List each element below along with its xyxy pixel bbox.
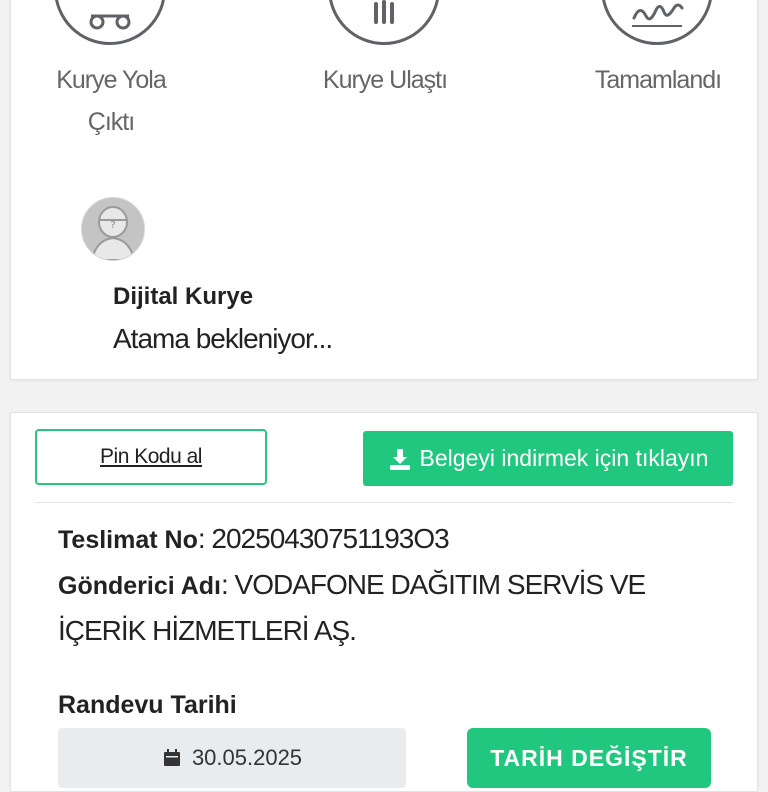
sender-value: : VODAFONE DAĞITIM SERVİS VE [220,569,646,600]
delivery-details-card: Pin Kodu al Belgeyi indirmek için tıklay… [10,412,758,792]
calendar-icon [162,748,182,768]
courier-avatar: ? [81,197,145,261]
download-document-button[interactable]: Belgeyi indirmek için tıklayın [363,431,733,486]
download-icon [388,447,412,471]
delivery-number-line: Teslimat No: 20250430751193O3 [58,523,450,555]
scooter-icon [54,0,166,45]
svg-text:?: ? [110,220,115,231]
change-date-button[interactable]: TARİH DEĞİŞTİR [467,728,711,788]
appointment-date-label: Randevu Tarihi [58,691,237,719]
appointment-date-value: 30.05.2025 [191,745,303,770]
courier-status: Atama bekleniyor... [113,323,333,354]
delivery-number-value: : 20250430751193O3 [197,523,450,554]
courier-name: Dijital Kurye [113,283,254,310]
appointment-date-field[interactable]: 30.05.2025 [58,728,406,788]
delivery-status-card: Kurye Yola Çıktı Kurye Ulaştı Tamamlandı… [10,0,758,380]
step-label-arrived: Kurye Ulaştı [322,66,448,94]
divider [35,502,733,503]
step-label-on-the-way: Kurye Yola Çıktı [56,66,167,136]
sender-label: Gönderici Adı [58,572,221,600]
step-label-completed: Tamamlandı [594,66,722,94]
signature-icon [601,0,713,45]
sender-line: Gönderici Adı: VODAFONE DAĞITIM SERVİS V… [58,569,646,601]
delivery-number-label: Teslimat No [58,526,198,554]
building-icon [328,0,440,45]
sender-line-2: İÇERİK HİZMETLERİ AŞ. [58,615,357,646]
get-pin-code-button[interactable]: Pin Kodu al [35,429,267,485]
download-button-label: Belgeyi indirmek için tıklayın [419,445,709,471]
